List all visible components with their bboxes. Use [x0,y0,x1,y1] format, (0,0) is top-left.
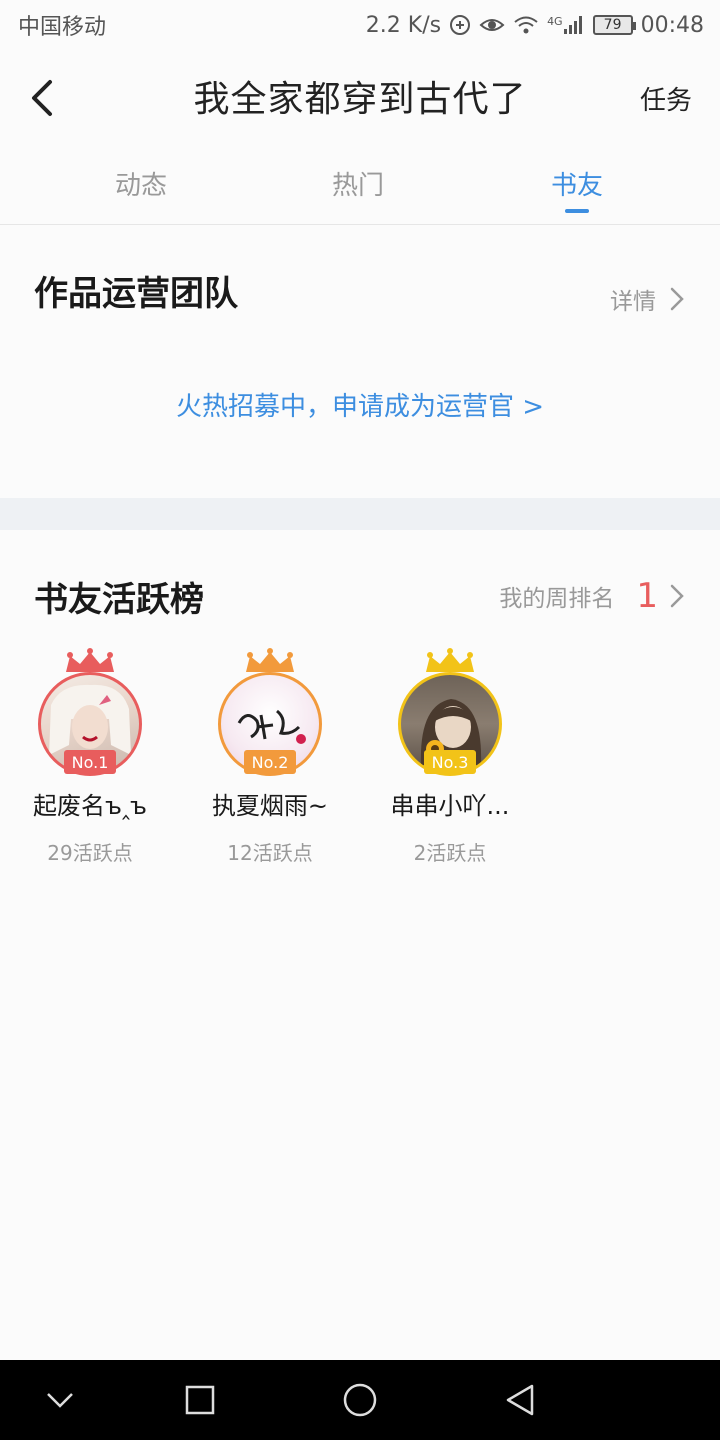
eye-icon [479,15,505,35]
leaderboard-title: 书友活跃榜 [34,580,204,620]
leaderboard-user-2[interactable]: No.2 执夏烟雨~ 12活跃点 [185,648,355,866]
crown-icon [246,648,294,672]
signal-icon: 4G [547,15,585,35]
status-bar: 中国移动 2.2 K/s 4G 79 00:48 [0,0,720,50]
network-speed: 2.2 K/s [365,12,442,38]
tab-popular[interactable]: 热门 [298,165,418,202]
user-name: 执夏烟雨~ [211,792,329,820]
nav-recents-button[interactable] [180,1380,220,1420]
user-points: 2活跃点 [413,841,487,865]
leaderboard-user-1[interactable]: No.1 起废名ъ‸ъ 29活跃点 [5,648,175,866]
chevron-right-icon [670,287,684,311]
triangle-back-icon [506,1384,534,1416]
page-title: 我全家都穿到古代了 [193,79,527,120]
status-indicators: 2.2 K/s 4G 79 00:48 [366,13,704,38]
clock: 00:48 [640,12,704,38]
my-weekly-rank-link[interactable]: 我的周排名 1 [499,576,684,616]
user-points: 29活跃点 [47,841,133,865]
square-icon [185,1385,215,1415]
user-name: 起废名ъ‸ъ [32,792,148,820]
avatar-group: No.2 [218,648,322,778]
battery-level: 79 [603,17,622,33]
section-divider [0,498,720,530]
system-nav-bar [0,1360,720,1440]
leaderboard-user-3[interactable]: No.3 串串小吖... 2活跃点 [365,648,535,866]
nav-back-button[interactable] [500,1380,540,1420]
data-saver-icon [449,14,471,36]
my-rank-label: 我的周排名 [499,586,615,612]
detail-label: 详情 [610,289,656,315]
crown-icon [426,648,474,672]
top-nav-bar: 我全家都穿到古代了 任务 [0,50,720,145]
avatar-group: No.3 [398,648,502,778]
tab-book-friends[interactable]: 书友 [517,165,637,202]
network-type: 4G [547,15,563,28]
user-points: 12活跃点 [227,841,313,865]
chevron-right-icon [670,584,684,608]
ops-team-section: 作品运营团队 详情 火热招募中，申请成为运营官 > [0,226,720,498]
ops-team-title: 作品运营团队 [34,274,238,314]
activity-leaderboard: 书友活跃榜 我的周排名 1 No.1 起废名ъ‸ъ 29活跃点 No.2 执夏烟… [0,530,720,1360]
rank-badge: No.3 [424,750,476,774]
back-button[interactable] [22,74,62,122]
rank-badge: No.1 [64,750,116,774]
ops-detail-link[interactable]: 详情 [610,282,684,316]
crown-icon [66,648,114,672]
task-button[interactable]: 任务 [640,80,692,117]
active-tab-indicator [565,209,589,213]
avatar-group: No.1 [38,648,142,778]
nav-collapse-button[interactable] [40,1380,80,1420]
tab-bar: 动态 热门 书友 [0,145,720,225]
user-name: 串串小吖... [390,792,510,820]
nav-home-button[interactable] [340,1380,380,1420]
carrier-label: 中国移动 [18,15,107,40]
chevron-left-icon [32,80,52,116]
battery-icon: 79 [592,15,636,35]
rank-badge: No.2 [244,750,296,774]
chevron-down-icon [47,1393,73,1408]
wifi-icon [513,15,539,35]
circle-icon [343,1383,377,1417]
recruit-link[interactable]: 火热招募中，申请成为运营官 > [0,386,720,423]
my-rank-value: 1 [636,576,658,616]
tab-activity[interactable]: 动态 [81,165,201,202]
